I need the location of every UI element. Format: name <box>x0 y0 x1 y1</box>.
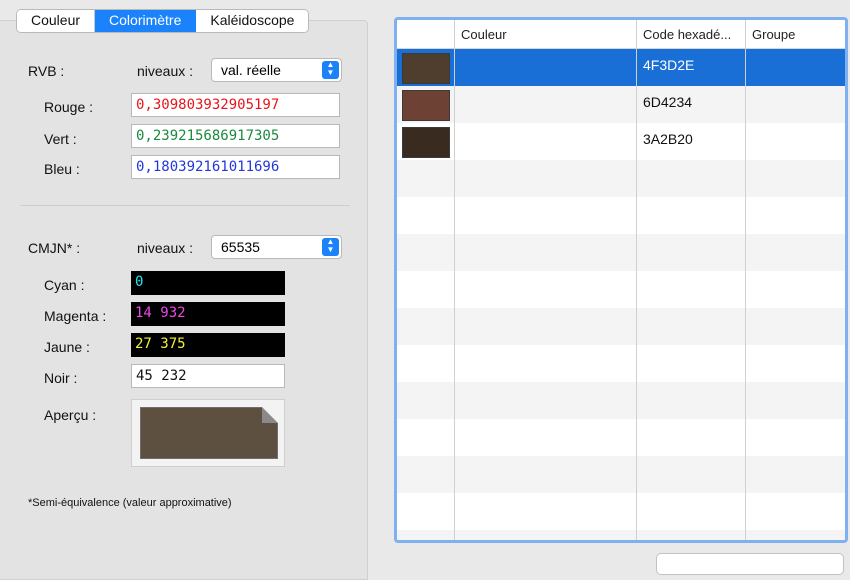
color-swatch <box>402 127 450 158</box>
column-header-swatch[interactable] <box>397 20 455 48</box>
table-empty-row <box>397 197 845 234</box>
vert-field[interactable]: 0,239215686917305 <box>131 124 340 148</box>
magenta-field[interactable]: 14 932 <box>131 302 285 326</box>
tab-kaleidoscope[interactable]: Kaléidoscope <box>196 10 309 32</box>
cell-groupe <box>746 123 845 160</box>
cmyk-levels-label: niveaux : <box>137 240 194 256</box>
color-preview-swatch <box>140 407 278 459</box>
rgb-levels-value: val. réelle <box>221 62 281 78</box>
jaune-field[interactable]: 27 375 <box>131 333 285 357</box>
bleu-field[interactable]: 0,180392161011696 <box>131 155 340 179</box>
section-divider <box>20 205 350 206</box>
cell-hex: 4F3D2E <box>643 57 695 73</box>
table-empty-row <box>397 493 845 530</box>
cell-groupe <box>746 49 845 86</box>
table-row[interactable]: 6D4234 <box>397 86 845 123</box>
bottom-button[interactable] <box>656 553 844 575</box>
cell-groupe <box>746 86 845 123</box>
magenta-label: Magenta : <box>44 308 107 324</box>
table-empty-row <box>397 382 845 419</box>
cell-couleur <box>455 86 637 123</box>
rgb-levels-label: niveaux : <box>137 63 194 79</box>
noir-field[interactable]: 45 232 <box>131 364 285 388</box>
jaune-label: Jaune : <box>44 339 90 355</box>
footnote: *Semi-équivalence (valeur approximative) <box>28 497 232 509</box>
table-empty-row <box>397 271 845 308</box>
table-row[interactable]: 4F3D2E <box>397 49 845 86</box>
cyan-label: Cyan : <box>44 277 85 293</box>
cell-couleur <box>455 49 637 86</box>
cell-hex: 3A2B20 <box>643 131 693 147</box>
table-empty-row <box>397 419 845 456</box>
rouge-field[interactable]: 0,309803932905197 <box>131 93 340 117</box>
chevron-updown-icon: ▲ ▼ <box>322 238 339 256</box>
column-separator <box>636 20 637 540</box>
rgb-section-label: RVB : <box>28 63 65 79</box>
vert-label: Vert : <box>44 131 77 147</box>
column-header-couleur[interactable]: Couleur <box>455 20 637 48</box>
cell-couleur <box>455 123 637 160</box>
cmyk-section-label: CMJN* : <box>28 240 81 256</box>
table-empty-row <box>397 345 845 382</box>
chevron-updown-icon: ▲ ▼ <box>322 61 339 79</box>
tab-couleur[interactable]: Couleur <box>17 10 96 32</box>
cyan-field[interactable]: 0 <box>131 271 285 295</box>
column-separator <box>745 20 746 540</box>
rgb-levels-select[interactable]: val. réelle ▲ ▼ <box>211 58 342 82</box>
rouge-label: Rouge : <box>44 99 94 115</box>
table-empty-row <box>397 308 845 345</box>
cell-hex: 6D4234 <box>643 94 693 110</box>
table-header: Couleur Code hexadé... Groupe <box>397 20 845 49</box>
table-row[interactable]: 3A2B20 <box>397 123 845 160</box>
table-empty-row <box>397 160 845 197</box>
tab-bar: Couleur Colorimètre Kaléidoscope <box>16 9 310 33</box>
tab-colorimetre[interactable]: Colorimètre <box>95 10 197 32</box>
cmyk-levels-value: 65535 <box>221 239 260 255</box>
color-swatch <box>402 53 450 84</box>
table-empty-row <box>397 234 845 271</box>
color-preview-well[interactable] <box>131 399 285 467</box>
column-header-groupe[interactable]: Groupe <box>746 20 845 48</box>
cmyk-levels-select[interactable]: 65535 ▲ ▼ <box>211 235 342 259</box>
apercu-label: Aperçu : <box>44 407 97 423</box>
table-empty-row <box>397 530 845 540</box>
column-header-hex[interactable]: Code hexadé... <box>637 20 746 48</box>
bleu-label: Bleu : <box>44 161 80 177</box>
table-empty-row <box>397 456 845 493</box>
color-swatch <box>402 90 450 121</box>
page-curl-icon <box>262 407 278 423</box>
column-separator <box>454 20 455 540</box>
noir-label: Noir : <box>44 370 78 386</box>
color-table[interactable]: Couleur Code hexadé... Groupe 4F3D2E 6D42… <box>394 17 848 543</box>
